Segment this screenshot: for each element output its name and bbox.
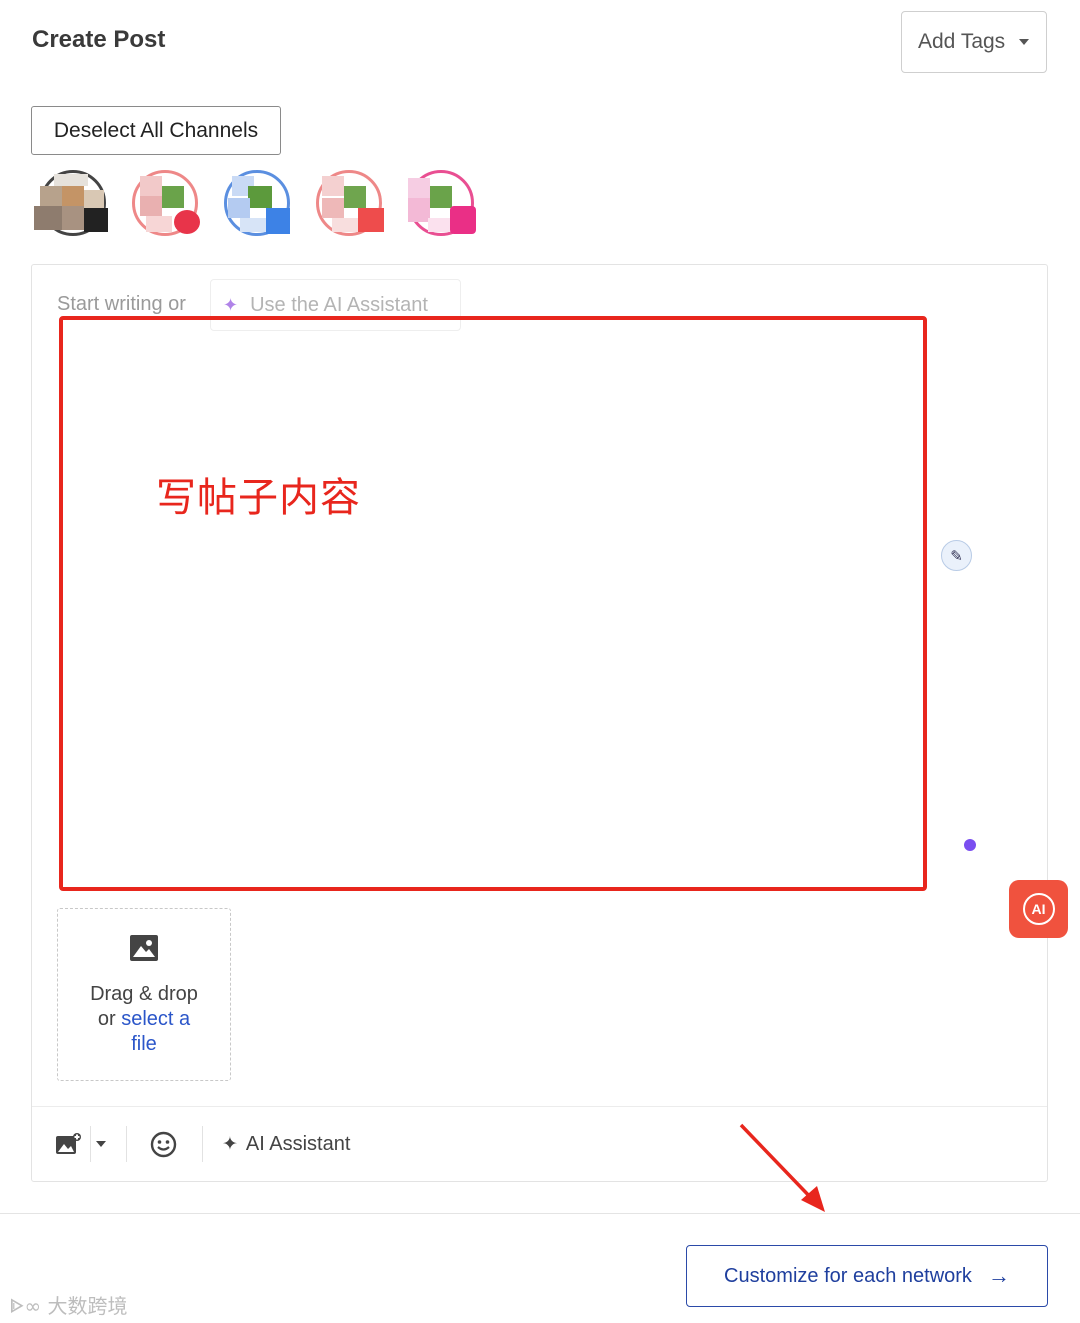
use-ai-assistant-label: Use the AI Assistant: [250, 293, 428, 316]
channel-avatar[interactable]: [34, 168, 112, 240]
editor-placeholder: Start writing or: [57, 293, 186, 315]
chevron-down-icon: [96, 1141, 106, 1147]
customize-for-each-network-button[interactable]: Customize for each network →: [686, 1245, 1048, 1307]
select-file-link-2[interactable]: file: [58, 1032, 230, 1057]
magic-wand-icon: ✦: [223, 294, 239, 315]
emoji-icon: [150, 1131, 177, 1157]
toolbar-separator: [90, 1126, 91, 1162]
media-menu-toggle[interactable]: [96, 1123, 106, 1165]
image-icon: [130, 935, 158, 961]
watermark: ᐈ∞ 大数跨境: [10, 1290, 128, 1319]
toolbar-separator: [202, 1126, 203, 1162]
chevron-down-icon: [1019, 39, 1030, 45]
annotation-text: 写帖子内容: [156, 475, 361, 521]
footer-divider: [0, 1213, 1080, 1214]
add-image-icon: [56, 1133, 81, 1154]
page-title: Create Post: [32, 26, 166, 53]
magic-wand-icon: ✦: [222, 1133, 238, 1155]
select-file-link[interactable]: select a: [121, 1008, 190, 1030]
toolbar-divider: [32, 1106, 1047, 1107]
dropzone-or-text: or: [97, 1008, 122, 1030]
channel-avatar[interactable]: [126, 168, 204, 240]
customize-label: Customize for each network: [724, 1264, 972, 1287]
channel-avatar[interactable]: [218, 168, 296, 240]
channel-avatar[interactable]: [310, 168, 388, 240]
annotation-arrow-icon: [739, 1123, 825, 1212]
add-tags-label: Add Tags: [918, 30, 1006, 53]
toolbar-ai-assistant-button[interactable]: ✦ AI Assistant: [222, 1123, 350, 1165]
dropzone-line1: Drag & drop: [90, 983, 198, 1005]
deselect-all-channels-button[interactable]: Deselect All Channels: [31, 106, 281, 155]
status-dot: [964, 839, 976, 851]
emoji-button[interactable]: [150, 1123, 177, 1165]
toolbar-ai-assistant-label: AI Assistant: [245, 1132, 351, 1155]
watermark-text: 大数跨境: [47, 1294, 128, 1318]
writing-assistant-pen-icon[interactable]: ✎: [941, 540, 972, 571]
arrow-right-icon: →: [987, 1263, 1010, 1288]
annotation-highlight-box: [59, 316, 927, 891]
media-dropzone[interactable]: Drag & drop or select a file: [57, 908, 231, 1081]
dropzone-line2: or select a: [58, 1007, 230, 1032]
add-media-button[interactable]: [55, 1123, 83, 1165]
ai-badge-icon: AI: [1022, 893, 1055, 925]
toolbar-separator: [126, 1126, 127, 1162]
ai-floating-button[interactable]: AI: [1009, 880, 1068, 938]
channel-avatar[interactable]: [402, 168, 480, 240]
channel-avatar-list: [34, 168, 480, 240]
watermark-logo-icon: ᐈ∞: [10, 1294, 48, 1318]
add-tags-dropdown[interactable]: Add Tags: [901, 11, 1047, 73]
